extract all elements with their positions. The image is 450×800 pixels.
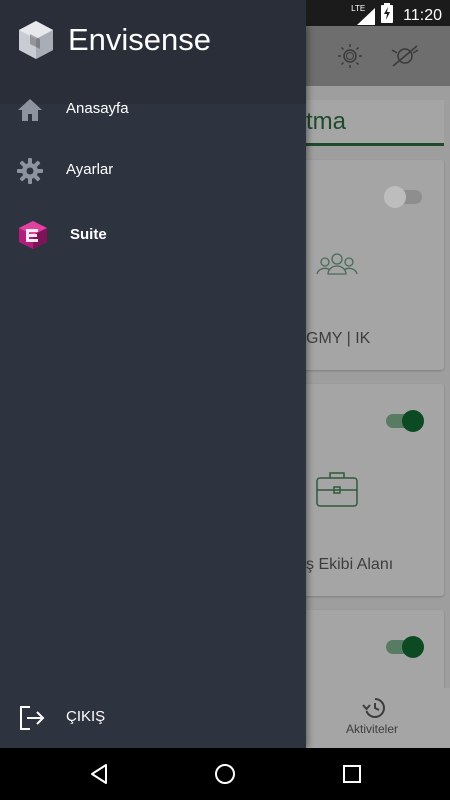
- home-icon: [16, 96, 44, 124]
- envisense-logo-icon: [18, 20, 54, 65]
- area-toggle[interactable]: [386, 410, 424, 432]
- home-button-icon[interactable]: [213, 762, 237, 786]
- navigation-drawer: Envisense Anasayfa Ayarlar Suite ÇIKIŞ: [0, 0, 306, 748]
- area-toggle[interactable]: [384, 186, 422, 208]
- sensor-off-icon[interactable]: [390, 42, 419, 70]
- drawer-item-label: Anasayfa: [66, 100, 129, 117]
- drawer-item-label: Suite: [70, 226, 107, 243]
- area-label: GMY | IK: [306, 330, 371, 347]
- recents-icon[interactable]: [340, 762, 364, 786]
- battery-charging-icon: [381, 3, 394, 28]
- drawer-item-suite[interactable]: Suite: [0, 208, 306, 264]
- brand-title: Envisense: [68, 22, 212, 57]
- back-icon[interactable]: [88, 762, 112, 786]
- briefcase-icon: [316, 470, 358, 513]
- tab-title-text: tma: [306, 108, 347, 135]
- drawer-item-label: ÇIKIŞ: [66, 708, 106, 725]
- area-toggle[interactable]: [386, 636, 424, 658]
- signal-icon: LTE: [351, 3, 376, 26]
- suite-logo-icon: [18, 220, 47, 249]
- people-group-icon: [316, 252, 358, 281]
- drawer-item-logout[interactable]: ÇIKIŞ: [0, 690, 306, 746]
- area-label: ş Ekibi Alanı: [306, 556, 394, 573]
- drawer-item-home[interactable]: Anasayfa: [0, 82, 306, 138]
- clock: 11:20: [403, 6, 442, 24]
- bottom-nav-activities[interactable]: Aktiviteler: [346, 722, 398, 736]
- brightness-icon[interactable]: [336, 42, 364, 70]
- system-nav-bar: [0, 748, 450, 800]
- logout-icon: [18, 704, 46, 732]
- history-icon[interactable]: [362, 696, 386, 725]
- gear-icon: [16, 157, 44, 185]
- drawer-item-settings[interactable]: Ayarlar: [0, 143, 306, 199]
- drawer-item-label: Ayarlar: [66, 161, 114, 178]
- network-type: LTE: [351, 3, 366, 13]
